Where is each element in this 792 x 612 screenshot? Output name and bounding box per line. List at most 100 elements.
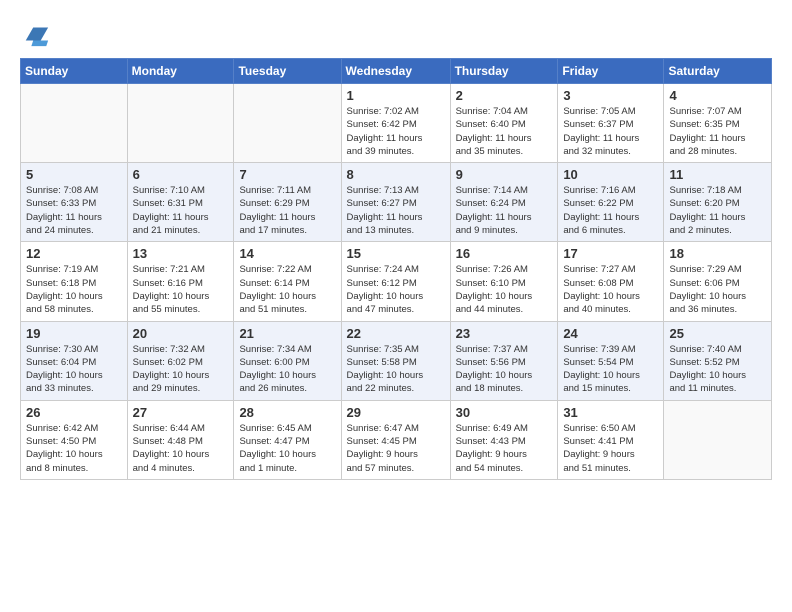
day-number: 16	[456, 246, 553, 261]
day-number: 29	[347, 405, 445, 420]
calendar-cell: 27 Sunrise: 6:44 AM Sunset: 4:48 PM Dayli…	[127, 400, 234, 479]
calendar-cell: 8Sunrise: 7:13 AM Sunset: 6:27 PM Daylig…	[341, 163, 450, 242]
calendar-cell	[127, 84, 234, 163]
calendar: SundayMondayTuesdayWednesdayThursdayFrid…	[20, 58, 772, 480]
calendar-cell: 28Sunrise: 6:45 AM Sunset: 4:47 PM Dayli…	[234, 400, 341, 479]
calendar-cell: 31Sunrise: 6:50 AM Sunset: 4:41 PM Dayli…	[558, 400, 664, 479]
day-info: Sunrise: 7:19 AM Sunset: 6:18 PM Dayligh…	[26, 263, 122, 316]
day-number: 31	[563, 405, 658, 420]
calendar-cell: 5 Sunrise: 7:08 AM Sunset: 6:33 PM Daylig…	[21, 163, 128, 242]
day-number: 11	[669, 167, 766, 182]
calendar-cell: 4 Sunrise: 7:07 AM Sunset: 6:35 PM Daylig…	[664, 84, 772, 163]
calendar-cell: 7 Sunrise: 7:11 AM Sunset: 6:29 PM Daylig…	[234, 163, 341, 242]
calendar-cell: 23 Sunrise: 7:37 AM Sunset: 5:56 PM Dayli…	[450, 321, 558, 400]
day-number: 30	[456, 405, 553, 420]
day-number: 12	[26, 246, 122, 261]
day-info: Sunrise: 7:02 AM Sunset: 6:42 PM Dayligh…	[347, 105, 445, 158]
day-info: Sunrise: 7:14 AM Sunset: 6:24 PM Dayligh…	[456, 184, 553, 237]
week-row-5: 26 Sunrise: 6:42 AM Sunset: 4:50 PM Dayli…	[21, 400, 772, 479]
day-info: Sunrise: 7:32 AM Sunset: 6:02 PM Dayligh…	[133, 343, 229, 396]
day-info: Sunrise: 7:30 AM Sunset: 6:04 PM Dayligh…	[26, 343, 122, 396]
day-number: 27	[133, 405, 229, 420]
day-info: Sunrise: 7:22 AM Sunset: 6:14 PM Dayligh…	[239, 263, 335, 316]
day-number: 7	[239, 167, 335, 182]
day-info: Sunrise: 7:18 AM Sunset: 6:20 PM Dayligh…	[669, 184, 766, 237]
calendar-cell: 12 Sunrise: 7:19 AM Sunset: 6:18 PM Dayli…	[21, 242, 128, 321]
day-number: 19	[26, 326, 122, 341]
weekday-header-thursday: Thursday	[450, 59, 558, 84]
day-info: Sunrise: 6:47 AM Sunset: 4:45 PM Dayligh…	[347, 422, 445, 475]
day-info: Sunrise: 7:26 AM Sunset: 6:10 PM Dayligh…	[456, 263, 553, 316]
logo-icon	[22, 20, 50, 48]
day-number: 6	[133, 167, 229, 182]
day-number: 14	[239, 246, 335, 261]
calendar-cell: 30 Sunrise: 6:49 AM Sunset: 4:43 PM Dayli…	[450, 400, 558, 479]
day-info: Sunrise: 7:16 AM Sunset: 6:22 PM Dayligh…	[563, 184, 658, 237]
day-info: Sunrise: 7:37 AM Sunset: 5:56 PM Dayligh…	[456, 343, 553, 396]
week-row-3: 12 Sunrise: 7:19 AM Sunset: 6:18 PM Dayli…	[21, 242, 772, 321]
week-row-4: 19 Sunrise: 7:30 AM Sunset: 6:04 PM Dayli…	[21, 321, 772, 400]
calendar-cell: 1 Sunrise: 7:02 AM Sunset: 6:42 PM Daylig…	[341, 84, 450, 163]
header	[20, 16, 772, 48]
day-number: 2	[456, 88, 553, 103]
day-info: Sunrise: 7:34 AM Sunset: 6:00 PM Dayligh…	[239, 343, 335, 396]
day-number: 20	[133, 326, 229, 341]
calendar-cell: 2 Sunrise: 7:04 AM Sunset: 6:40 PM Daylig…	[450, 84, 558, 163]
calendar-cell	[21, 84, 128, 163]
weekday-header-sunday: Sunday	[21, 59, 128, 84]
day-number: 15	[347, 246, 445, 261]
day-number: 22	[347, 326, 445, 341]
calendar-cell: 10 Sunrise: 7:16 AM Sunset: 6:22 PM Dayli…	[558, 163, 664, 242]
day-info: Sunrise: 7:07 AM Sunset: 6:35 PM Dayligh…	[669, 105, 766, 158]
calendar-cell: 26 Sunrise: 6:42 AM Sunset: 4:50 PM Dayli…	[21, 400, 128, 479]
day-number: 23	[456, 326, 553, 341]
day-number: 10	[563, 167, 658, 182]
day-number: 9	[456, 167, 553, 182]
calendar-cell: 17Sunrise: 7:27 AM Sunset: 6:08 PM Dayli…	[558, 242, 664, 321]
day-number: 26	[26, 405, 122, 420]
day-number: 25	[669, 326, 766, 341]
day-info: Sunrise: 6:49 AM Sunset: 4:43 PM Dayligh…	[456, 422, 553, 475]
day-number: 5	[26, 167, 122, 182]
calendar-cell: 24Sunrise: 7:39 AM Sunset: 5:54 PM Dayli…	[558, 321, 664, 400]
day-info: Sunrise: 7:13 AM Sunset: 6:27 PM Dayligh…	[347, 184, 445, 237]
calendar-cell: 9 Sunrise: 7:14 AM Sunset: 6:24 PM Daylig…	[450, 163, 558, 242]
day-info: Sunrise: 7:39 AM Sunset: 5:54 PM Dayligh…	[563, 343, 658, 396]
week-row-1: 1 Sunrise: 7:02 AM Sunset: 6:42 PM Daylig…	[21, 84, 772, 163]
calendar-cell	[664, 400, 772, 479]
day-info: Sunrise: 7:29 AM Sunset: 6:06 PM Dayligh…	[669, 263, 766, 316]
weekday-header-wednesday: Wednesday	[341, 59, 450, 84]
weekday-header-friday: Friday	[558, 59, 664, 84]
week-row-2: 5 Sunrise: 7:08 AM Sunset: 6:33 PM Daylig…	[21, 163, 772, 242]
calendar-cell: 13 Sunrise: 7:21 AM Sunset: 6:16 PM Dayli…	[127, 242, 234, 321]
weekday-row: SundayMondayTuesdayWednesdayThursdayFrid…	[21, 59, 772, 84]
calendar-body: 1 Sunrise: 7:02 AM Sunset: 6:42 PM Daylig…	[21, 84, 772, 480]
day-info: Sunrise: 7:35 AM Sunset: 5:58 PM Dayligh…	[347, 343, 445, 396]
day-info: Sunrise: 6:42 AM Sunset: 4:50 PM Dayligh…	[26, 422, 122, 475]
day-info: Sunrise: 7:08 AM Sunset: 6:33 PM Dayligh…	[26, 184, 122, 237]
calendar-cell: 3 Sunrise: 7:05 AM Sunset: 6:37 PM Daylig…	[558, 84, 664, 163]
calendar-cell: 20 Sunrise: 7:32 AM Sunset: 6:02 PM Dayli…	[127, 321, 234, 400]
day-info: Sunrise: 7:21 AM Sunset: 6:16 PM Dayligh…	[133, 263, 229, 316]
day-number: 18	[669, 246, 766, 261]
day-info: Sunrise: 7:05 AM Sunset: 6:37 PM Dayligh…	[563, 105, 658, 158]
day-number: 13	[133, 246, 229, 261]
day-info: Sunrise: 7:11 AM Sunset: 6:29 PM Dayligh…	[239, 184, 335, 237]
calendar-cell: 19 Sunrise: 7:30 AM Sunset: 6:04 PM Dayli…	[21, 321, 128, 400]
calendar-cell: 18 Sunrise: 7:29 AM Sunset: 6:06 PM Dayli…	[664, 242, 772, 321]
calendar-header: SundayMondayTuesdayWednesdayThursdayFrid…	[21, 59, 772, 84]
weekday-header-saturday: Saturday	[664, 59, 772, 84]
day-number: 1	[347, 88, 445, 103]
page: SundayMondayTuesdayWednesdayThursdayFrid…	[0, 0, 792, 500]
logo	[20, 20, 50, 48]
day-number: 3	[563, 88, 658, 103]
day-number: 28	[239, 405, 335, 420]
weekday-header-tuesday: Tuesday	[234, 59, 341, 84]
day-number: 4	[669, 88, 766, 103]
calendar-cell: 29 Sunrise: 6:47 AM Sunset: 4:45 PM Dayli…	[341, 400, 450, 479]
day-info: Sunrise: 7:10 AM Sunset: 6:31 PM Dayligh…	[133, 184, 229, 237]
day-info: Sunrise: 6:44 AM Sunset: 4:48 PM Dayligh…	[133, 422, 229, 475]
calendar-cell: 14 Sunrise: 7:22 AM Sunset: 6:14 PM Dayli…	[234, 242, 341, 321]
day-info: Sunrise: 7:04 AM Sunset: 6:40 PM Dayligh…	[456, 105, 553, 158]
weekday-header-monday: Monday	[127, 59, 234, 84]
